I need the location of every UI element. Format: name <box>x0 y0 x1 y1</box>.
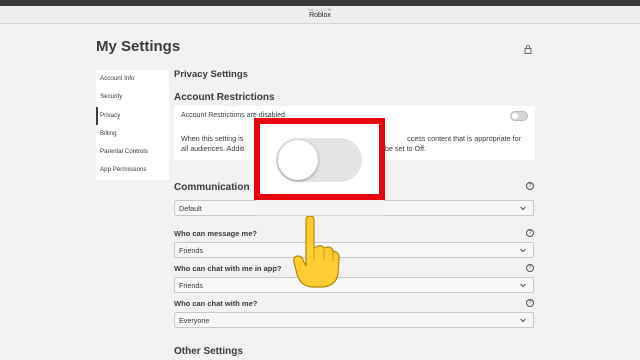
toggle-knob <box>512 113 518 119</box>
message-select[interactable]: Friends <box>174 242 534 258</box>
select-value: Everyone <box>179 316 210 325</box>
pointing-hand-icon <box>293 216 340 288</box>
help-icon[interactable]: ? <box>526 229 534 237</box>
window-title: Roblox <box>309 12 331 19</box>
chevron-down-icon <box>520 318 526 323</box>
restrictions-desc-left-2: all audiences. Additi <box>181 144 245 153</box>
lock-icon[interactable] <box>523 44 533 54</box>
sidebar-item-parental-controls[interactable]: Parental Controls <box>96 143 169 161</box>
sidebar-item-account-info[interactable]: Account Info <box>96 70 169 88</box>
sidebar-item-privacy[interactable]: Privacy <box>96 106 169 125</box>
privacy-settings-heading: Privacy Settings <box>174 69 248 80</box>
message-label: Who can message me? <box>174 229 257 238</box>
zoomed-toggle[interactable] <box>276 138 362 182</box>
other-settings-heading: Other Settings <box>174 346 243 357</box>
help-icon[interactable]: ? <box>526 182 534 190</box>
sidebar-item-app-permissions[interactable]: App Permissions <box>96 161 169 179</box>
chat-in-app-label: Who can chat with me in app? <box>174 264 282 273</box>
status-strip <box>0 0 640 6</box>
select-value: Friends <box>179 246 203 255</box>
chevron-down-icon <box>520 248 526 253</box>
account-restrictions-toggle[interactable] <box>510 111 528 121</box>
account-restrictions-heading: Account Restrictions <box>174 92 275 103</box>
chat-label: Who can chat with me? <box>174 299 258 308</box>
settings-sidebar: Account Info Security Privacy Billing Pa… <box>96 70 169 180</box>
help-icon[interactable]: ? <box>526 299 534 307</box>
restrictions-desc-right: ccess content that is appropriate for <box>407 134 521 143</box>
zoomed-toggle-knob <box>278 140 318 180</box>
page-title: My Settings <box>96 38 181 55</box>
help-icon[interactable]: ? <box>526 264 534 272</box>
chat-select[interactable]: Everyone <box>174 312 534 328</box>
chat-in-app-select[interactable]: Friends <box>174 277 534 293</box>
chevron-down-icon <box>520 206 526 211</box>
communication-heading: Communication <box>174 182 250 193</box>
select-value: Default <box>179 204 202 213</box>
restrictions-desc-left: When this setting is <box>181 134 244 143</box>
zoomed-toggle-highlight <box>254 118 385 200</box>
chevron-down-icon <box>520 283 526 288</box>
sidebar-item-billing[interactable]: Billing <box>96 125 169 143</box>
sidebar-item-security[interactable]: Security <box>96 88 169 106</box>
select-value: Friends <box>179 281 203 290</box>
browser-title-bar: ios_1_1 7:16 Roblox <box>0 0 640 24</box>
